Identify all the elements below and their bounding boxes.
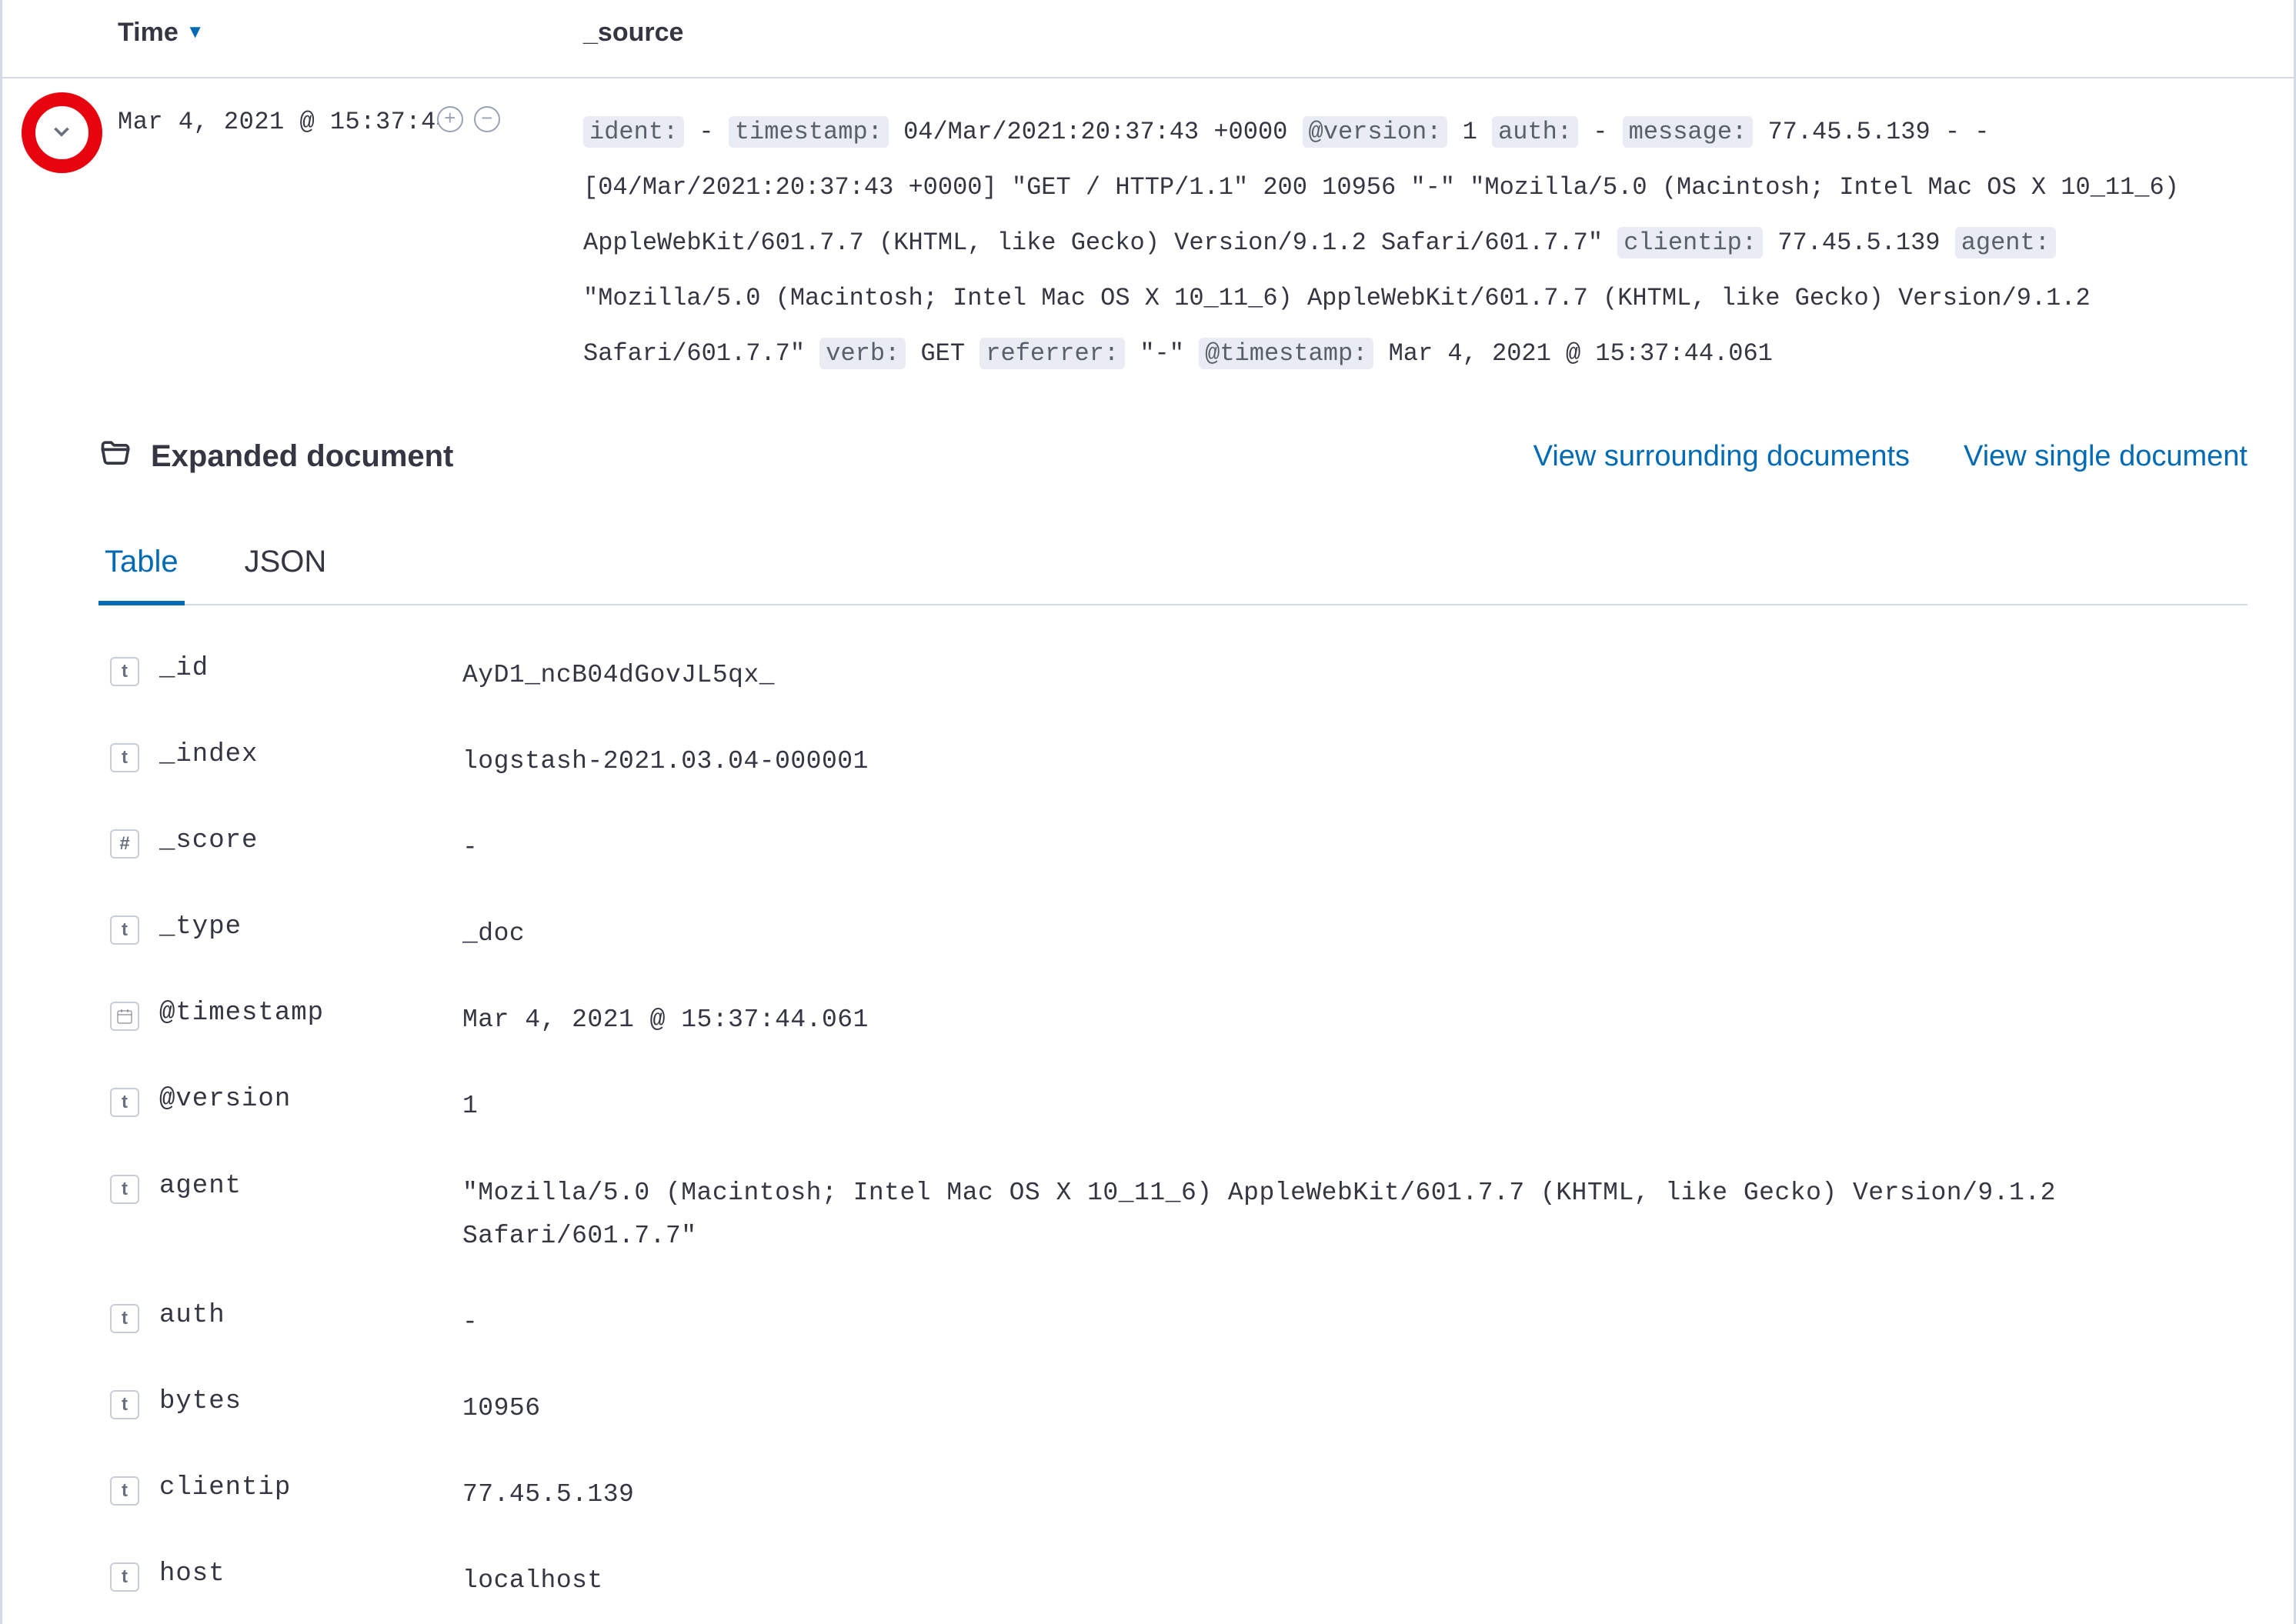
tabs: Table JSON bbox=[98, 531, 2248, 605]
column-source-label: _source bbox=[583, 18, 683, 47]
table-header: Time ▼ _source bbox=[2, 0, 2294, 77]
field-value: "Mozilla/5.0 (Macintosh; Intel Mac OS X … bbox=[462, 1172, 2248, 1258]
field-value: Mar 4, 2021 @ 15:37:44.061 bbox=[462, 999, 2248, 1042]
field-row: t_type_doc bbox=[110, 891, 2248, 977]
field-row: tauth- bbox=[110, 1279, 2248, 1366]
field-row: tagent"Mozilla/5.0 (Macintosh; Intel Mac… bbox=[110, 1150, 2248, 1279]
field-name: _type bbox=[139, 912, 462, 942]
fields-table: t_idAyD1_ncB04dGovJL5qx_t_indexlogstash-… bbox=[98, 632, 2248, 1624]
source-key: timestamp: bbox=[729, 116, 889, 148]
highlight-circle-icon bbox=[22, 92, 102, 173]
source-key: referrer: bbox=[979, 338, 1125, 369]
field-value: 1 bbox=[462, 1085, 2248, 1128]
folder-open-icon bbox=[98, 435, 132, 477]
field-name: _index bbox=[139, 740, 462, 769]
source-key: @timestamp: bbox=[1199, 338, 1373, 369]
field-name: @timestamp bbox=[139, 999, 462, 1028]
field-name: @version bbox=[139, 1085, 462, 1114]
field-value: 77.45.5.139 bbox=[462, 1473, 2248, 1516]
field-row: t_indexlogstash-2021.03.04-000001 bbox=[110, 719, 2248, 805]
view-surrounding-link[interactable]: View surrounding documents bbox=[1533, 440, 1910, 473]
source-key: auth: bbox=[1492, 116, 1578, 148]
source-value: 77.45.5.139 bbox=[1763, 228, 1955, 257]
number-type-icon: # bbox=[110, 829, 139, 859]
source-key: verb: bbox=[819, 338, 906, 369]
source-value: - bbox=[1578, 118, 1623, 146]
field-row: tbytes10956 bbox=[110, 1366, 2248, 1452]
field-name: _score bbox=[139, 826, 462, 855]
text-type-icon: t bbox=[110, 915, 139, 945]
time-value: Mar 4, 2021 @ 15:37:44 bbox=[118, 108, 451, 136]
time-cell: Mar 4, 2021 @ 15:37:44 + − bbox=[118, 102, 472, 382]
calendar-icon bbox=[110, 1002, 139, 1031]
source-value: "-" bbox=[1125, 339, 1199, 368]
field-row: t_idAyD1_ncB04dGovJL5qx_ bbox=[110, 632, 2248, 719]
text-type-icon: t bbox=[110, 1562, 139, 1592]
text-type-icon: t bbox=[110, 1476, 139, 1506]
source-key: message: bbox=[1623, 116, 1754, 148]
column-time-label: Time bbox=[118, 18, 179, 48]
field-name: _id bbox=[139, 654, 462, 683]
expanded-title-text: Expanded document bbox=[151, 439, 453, 474]
source-key: ident: bbox=[583, 116, 684, 148]
field-row: #_score- bbox=[110, 805, 2248, 891]
source-value: Mar 4, 2021 @ 15:37:44.061 bbox=[1373, 339, 1772, 368]
field-value: 10956 bbox=[462, 1387, 2248, 1430]
text-type-icon: t bbox=[110, 1390, 139, 1419]
field-value: - bbox=[462, 1301, 2248, 1344]
field-name: clientip bbox=[139, 1473, 462, 1502]
field-value: localhost bbox=[462, 1559, 2248, 1602]
add-filter-icon[interactable]: + bbox=[437, 106, 463, 132]
expanded-links: View surrounding documents View single d… bbox=[1533, 440, 2248, 473]
view-single-link[interactable]: View single document bbox=[1964, 440, 2248, 473]
expanded-title: Expanded document bbox=[98, 435, 453, 477]
text-type-icon: t bbox=[110, 1175, 139, 1204]
source-value: - bbox=[684, 118, 729, 146]
field-row: t@version1 bbox=[110, 1063, 2248, 1149]
field-row: tclientip77.45.5.139 bbox=[110, 1452, 2248, 1538]
field-value: _doc bbox=[462, 912, 2248, 955]
text-type-icon: t bbox=[110, 1088, 139, 1117]
field-name: auth bbox=[139, 1301, 462, 1330]
text-type-icon: t bbox=[110, 1304, 139, 1333]
expanded-document: Expanded document View surrounding docum… bbox=[2, 382, 2294, 1624]
source-value: 04/Mar/2021:20:37:43 +0000 bbox=[889, 118, 1303, 146]
field-name: agent bbox=[139, 1172, 462, 1201]
field-name: host bbox=[139, 1559, 462, 1589]
discover-panel: Time ▼ _source Mar 4, 2021 @ 15:37:44 + … bbox=[0, 0, 2296, 1624]
source-cell: ident: - timestamp: 04/Mar/2021:20:37:43… bbox=[472, 102, 2294, 382]
text-type-icon: t bbox=[110, 743, 139, 772]
field-value: AyD1_ncB04dGovJL5qx_ bbox=[462, 654, 2248, 697]
expand-cell bbox=[2, 102, 118, 382]
expanded-header: Expanded document View surrounding docum… bbox=[98, 435, 2248, 477]
field-value: logstash-2021.03.04-000001 bbox=[462, 740, 2248, 783]
source-value: GET bbox=[906, 339, 979, 368]
field-row: @timestampMar 4, 2021 @ 15:37:44.061 bbox=[110, 977, 2248, 1063]
column-time[interactable]: Time ▼ bbox=[118, 18, 205, 48]
field-value: - bbox=[462, 826, 2248, 869]
source-value: 1 bbox=[1447, 118, 1492, 146]
source-key: agent: bbox=[1955, 227, 2056, 258]
field-name: bytes bbox=[139, 1387, 462, 1416]
source-key: @version: bbox=[1303, 116, 1448, 148]
field-row: thostlocalhost bbox=[110, 1538, 2248, 1624]
document-row: Mar 4, 2021 @ 15:37:44 + − ident: - time… bbox=[2, 77, 2294, 382]
tab-table[interactable]: Table bbox=[98, 531, 185, 605]
sort-desc-icon[interactable]: ▼ bbox=[186, 22, 205, 43]
text-type-icon: t bbox=[110, 657, 139, 686]
remove-filter-icon[interactable]: − bbox=[474, 106, 500, 132]
column-source[interactable]: _source bbox=[583, 18, 683, 48]
source-key: clientip: bbox=[1617, 227, 1763, 258]
tab-json[interactable]: JSON bbox=[239, 531, 333, 604]
